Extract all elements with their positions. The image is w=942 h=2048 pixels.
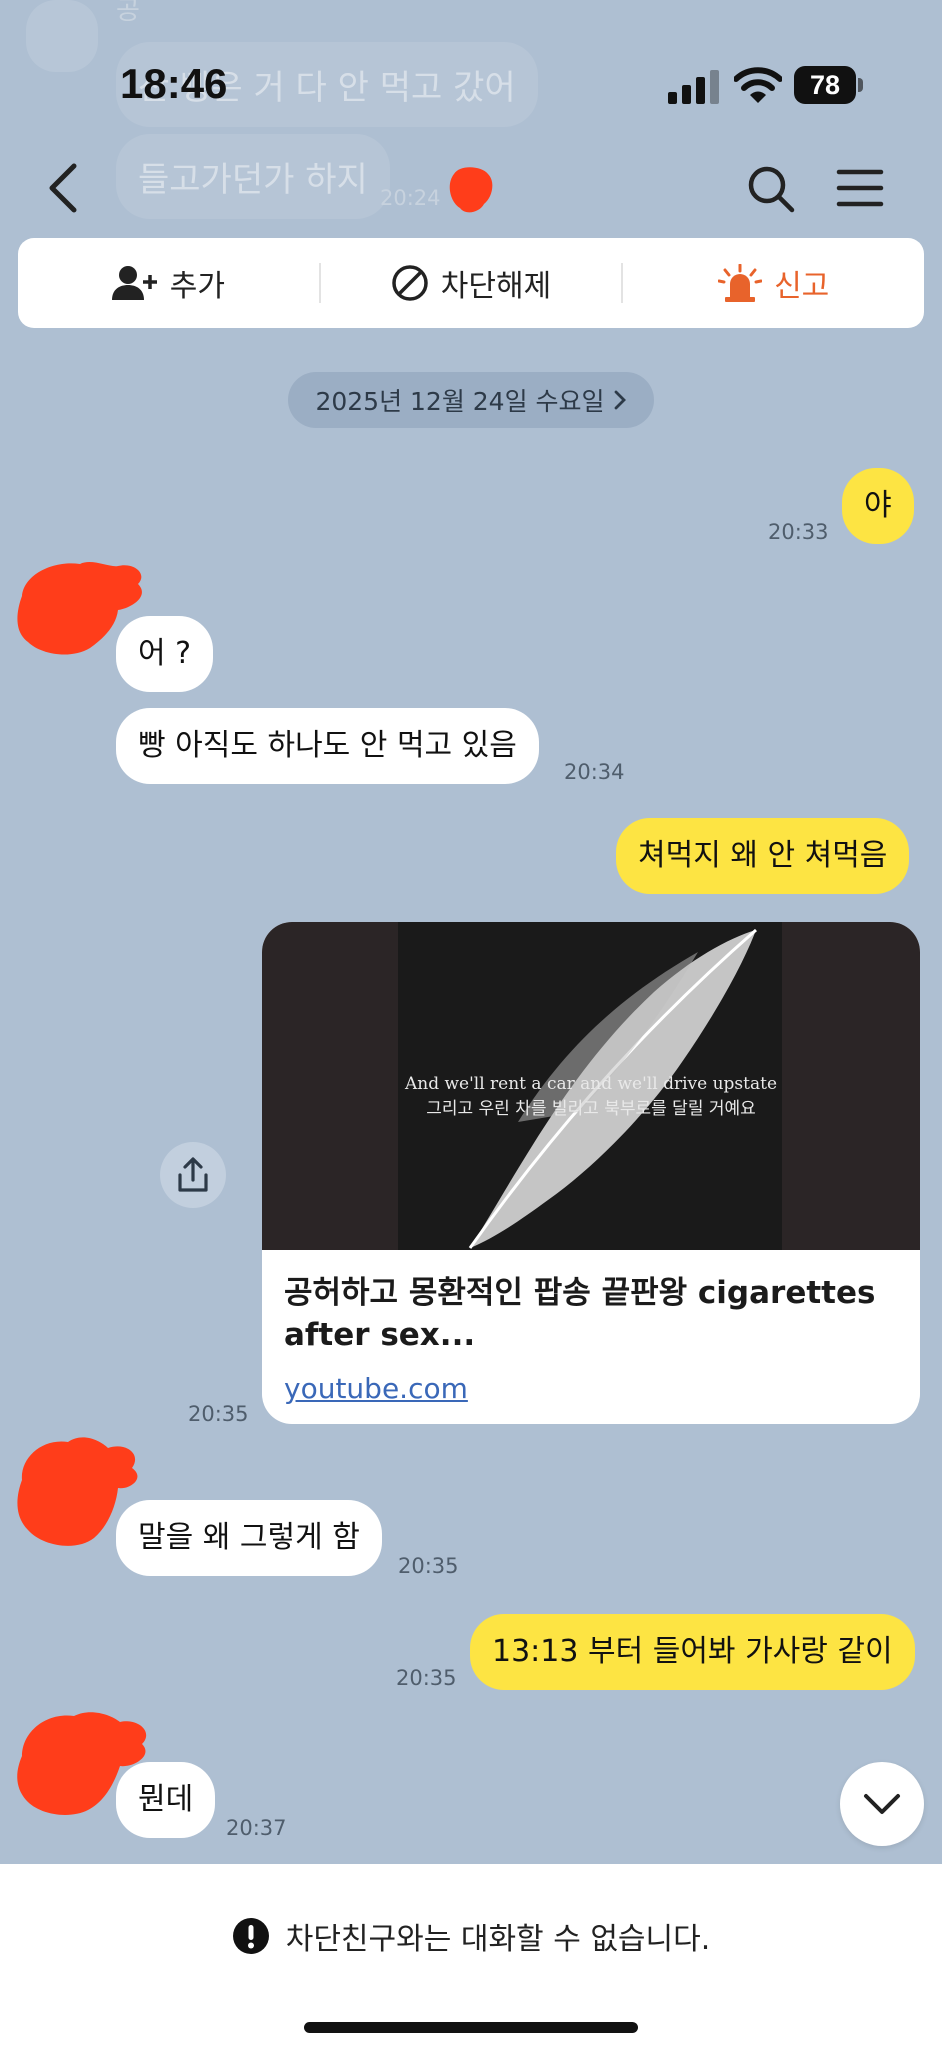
back-chevron-icon[interactable] — [44, 160, 84, 216]
message-text: 뭔데 — [138, 1782, 194, 1817]
exclamation-icon — [232, 1918, 269, 1954]
message-text: 어 ? — [138, 636, 192, 671]
status-bar: 18:46 78 — [0, 0, 942, 130]
their-message-bubble[interactable]: 빵 아직도 하나도 안 먹고 있음 — [116, 708, 539, 784]
status-time: 18:46 — [120, 60, 228, 107]
link-preview-card[interactable]: And we'll rent a car and we'll drive ups… — [262, 922, 920, 1424]
cellular-signal-icon — [668, 70, 719, 104]
chevron-down-icon — [864, 1794, 900, 1814]
video-thumbnail[interactable]: And we'll rent a car and we'll drive ups… — [262, 922, 920, 1250]
add-person-icon — [111, 266, 157, 300]
redacted-profile-name — [449, 167, 493, 213]
share-icon — [178, 1157, 208, 1192]
message-time: 20:35 — [396, 1666, 457, 1690]
message-time: 20:35 — [188, 1402, 249, 1426]
message-time: 20:34 — [564, 760, 625, 784]
battery-level: 78 — [794, 66, 856, 104]
scroll-to-bottom-button[interactable] — [840, 1762, 924, 1846]
siren-icon — [718, 264, 763, 302]
message-time: 20:37 — [226, 1816, 287, 1840]
friend-action-bar: 추가 차단해제 신고 — [18, 238, 924, 328]
link-title: 공허하고 몽환적인 팝송 끝판왕 cigarettes after sex... — [284, 1275, 876, 1353]
my-message-bubble[interactable]: 야 — [842, 468, 914, 544]
video-subtitle-english: And we'll rent a car and we'll drive ups… — [404, 1074, 778, 1094]
their-message-bubble[interactable]: 뭔데 — [116, 1762, 216, 1838]
ghost-message-2: 들고가던가 하지 — [116, 134, 390, 219]
date-divider[interactable]: 2025년 12월 24일 수요일 — [288, 372, 654, 428]
blocked-footer: 차단친구와는 대화할 수 없습니다. — [0, 1864, 942, 2048]
battery-icon: 78 — [794, 66, 864, 104]
blocked-notice-text: 차단친구와는 대화할 수 없습니다. — [285, 1922, 711, 1957]
message-text: 13:13 부터 들어봐 가사랑 같이 — [492, 1634, 893, 1669]
home-indicator[interactable] — [304, 2022, 638, 2033]
add-friend-button[interactable]: 추가 — [18, 238, 319, 328]
my-message-bubble[interactable]: 13:13 부터 들어봐 가사랑 같이 — [470, 1614, 915, 1690]
video-subtitle-korean: 그리고 우린 차를 빌리고 북부로를 달릴 거예요 — [426, 1099, 756, 1119]
block-icon — [392, 265, 428, 301]
their-message-bubble[interactable]: 말을 왜 그렇게 함 — [116, 1500, 382, 1576]
message-time: 20:35 — [398, 1554, 459, 1578]
their-message-bubble[interactable]: 어 ? — [116, 616, 214, 692]
report-label: 신고 — [774, 269, 830, 304]
message-text: 쳐먹지 왜 안 쳐먹음 — [638, 838, 888, 873]
search-icon[interactable] — [746, 164, 796, 214]
add-friend-label: 추가 — [169, 269, 225, 304]
my-message-bubble[interactable]: 쳐먹지 왜 안 쳐먹음 — [616, 818, 910, 894]
message-text: 야 — [864, 488, 892, 523]
chevron-right-icon — [614, 390, 626, 410]
unblock-button[interactable]: 차단해제 — [321, 238, 622, 328]
date-divider-label: 2025년 12월 24일 수요일 — [315, 387, 605, 416]
ghost-message-time: 20:24 — [380, 186, 441, 210]
link-url[interactable]: youtube.com — [284, 1372, 468, 1405]
message-text: 말을 왜 그렇게 함 — [138, 1520, 360, 1555]
share-button[interactable] — [160, 1142, 226, 1208]
message-text: 빵 아직도 하나도 안 먹고 있음 — [138, 728, 517, 763]
menu-icon[interactable] — [836, 166, 884, 210]
blocked-notice: 차단친구와는 대화할 수 없습니다. — [0, 1914, 942, 1958]
wifi-icon — [734, 67, 782, 103]
report-button[interactable]: 신고 — [623, 238, 924, 328]
unblock-label: 차단해제 — [440, 269, 552, 304]
message-time: 20:33 — [768, 520, 829, 544]
